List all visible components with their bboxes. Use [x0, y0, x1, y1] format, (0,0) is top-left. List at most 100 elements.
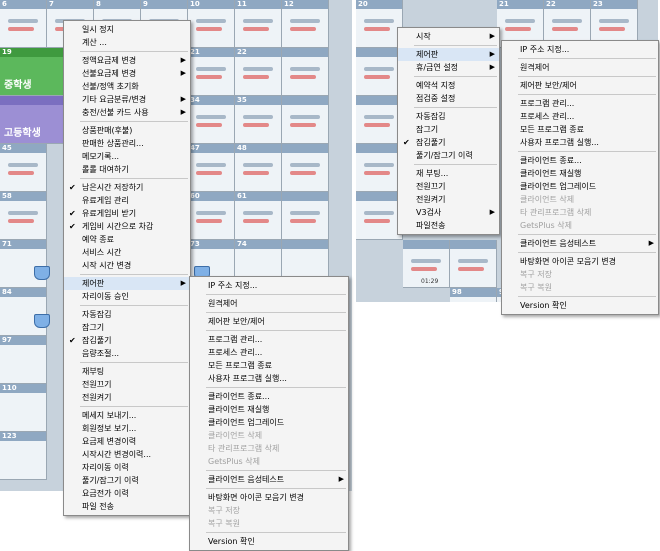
menu-item[interactable]: 클라이언트 재실행: [190, 403, 348, 416]
seat-cell[interactable]: 22: [235, 48, 282, 96]
menu-item[interactable]: 클라이언트 재실행: [502, 167, 658, 180]
seat-cell[interactable]: 60: [188, 192, 235, 240]
menu-item[interactable]: IP 주소 지정...: [502, 43, 658, 56]
menu-item[interactable]: 프로그램 관리...: [502, 97, 658, 110]
seat-cell[interactable]: 21: [188, 48, 235, 96]
seat-cell[interactable]: 58: [0, 192, 47, 240]
seat-cell[interactable]: 61: [235, 192, 282, 240]
seat-cell[interactable]: 48: [235, 144, 282, 192]
seat-cell[interactable]: 47: [188, 144, 235, 192]
menu-item[interactable]: 클라이언트 종료...: [190, 390, 348, 403]
seat-cell[interactable]: 45: [0, 144, 47, 192]
seat-cell[interactable]: 01:29: [403, 240, 450, 288]
menu-item[interactable]: V3검사 ▶: [398, 206, 499, 219]
menu-item[interactable]: 요금제 변경이력: [64, 435, 190, 448]
menu-item[interactable]: 제어판 ▶: [398, 48, 499, 61]
menu-item[interactable]: 예약석 지정: [398, 79, 499, 92]
seat-cell[interactable]: 34: [188, 96, 235, 144]
menu-item[interactable]: ✔ 남은시간 저장하기: [64, 181, 190, 194]
menu-item[interactable]: ✔ 잠김풀기: [64, 334, 190, 347]
menu-item[interactable]: 프로세스 관리...: [190, 346, 348, 359]
menu-item[interactable]: 파일 전송: [64, 500, 190, 513]
menu-item[interactable]: 재 부팅...: [398, 167, 499, 180]
seat-cell[interactable]: 71: [0, 240, 50, 288]
seat-cell[interactable]: [282, 96, 329, 144]
menu-item[interactable]: 시작 시간 변경: [64, 259, 190, 272]
menu-item[interactable]: 메세지 보내기...: [64, 409, 190, 422]
menu-item[interactable]: 자동잠김: [398, 110, 499, 123]
menu-item[interactable]: ✔ 게임비 시간으로 차감: [64, 220, 190, 233]
seat-cell[interactable]: 10: [188, 0, 235, 48]
menu-item[interactable]: 파일전송: [398, 219, 499, 232]
menu-item[interactable]: 바탕화면 아이콘 모음기 변경: [190, 491, 348, 504]
seat-cell[interactable]: 6: [0, 0, 47, 48]
menu-item[interactable]: 프로그램 관리...: [190, 333, 348, 346]
menu-item[interactable]: 클라이언트 업그레이드: [190, 416, 348, 429]
menu-item[interactable]: 충전/선불 카드 사용 ▶: [64, 106, 190, 119]
menu-item[interactable]: 클라이언트 종료...: [502, 154, 658, 167]
menu-item[interactable]: 전원끄기: [398, 180, 499, 193]
menu-item[interactable]: 음량조절...: [64, 347, 190, 360]
seat-cell[interactable]: [356, 144, 403, 192]
seat-cell[interactable]: 123: [0, 432, 47, 480]
menu-item[interactable]: 판매한 상품관리...: [64, 137, 190, 150]
seat-cell[interactable]: 20: [356, 0, 403, 48]
menu-item[interactable]: 제어판 ▶: [64, 277, 190, 290]
menu-item[interactable]: 점검중 설정: [398, 92, 499, 105]
menu-item[interactable]: 예약 종료: [64, 233, 190, 246]
menu-item[interactable]: 계산 ...: [64, 36, 190, 49]
menu-item[interactable]: 시작시간 변경이력...: [64, 448, 190, 461]
menu-item[interactable]: 일시 정지: [64, 23, 190, 36]
seat-cell[interactable]: 11: [235, 0, 282, 48]
menu-item[interactable]: 사용자 프로그램 실행...: [190, 372, 348, 385]
seat-cell[interactable]: 97: [0, 336, 47, 384]
menu-item[interactable]: 요금전가 이력: [64, 487, 190, 500]
menu-item[interactable]: 제어판 보안/제어: [190, 315, 348, 328]
menu-item[interactable]: 클라이언트 음성테스트 ▶: [190, 473, 348, 486]
menu-item[interactable]: 자동잠김: [64, 308, 190, 321]
menu-item[interactable]: 원격제어: [190, 297, 348, 310]
seat-cell[interactable]: [450, 240, 497, 288]
menu-item[interactable]: 클라이언트 음성테스트 ▶: [502, 237, 658, 250]
menu-item[interactable]: 기타 요금분류/변경 ▶: [64, 93, 190, 106]
menu-item[interactable]: 선불요금제 변경 ▶: [64, 67, 190, 80]
menu-item[interactable]: IP 주소 지정...: [190, 279, 348, 292]
menu-item[interactable]: 상품판매(후불): [64, 124, 190, 137]
menu-item[interactable]: 잠그기: [398, 123, 499, 136]
seat-cell[interactable]: 84: [0, 288, 50, 336]
menu-item[interactable]: 바탕화면 아이콘 모음기 변경: [502, 255, 658, 268]
menu-item[interactable]: Version 확인: [190, 535, 348, 548]
menu-item[interactable]: 전원켜기: [64, 391, 190, 404]
menu-item[interactable]: 회원정보 보기...: [64, 422, 190, 435]
menu-item[interactable]: 선불/정액 초기화: [64, 80, 190, 93]
menu-item[interactable]: 모든 프로그램 종료: [502, 123, 658, 136]
menu-item[interactable]: 시작 ▶: [398, 30, 499, 43]
seat-cell[interactable]: 12: [282, 0, 329, 48]
seat-cell[interactable]: [356, 48, 403, 96]
menu-item[interactable]: 전원켜기: [398, 193, 499, 206]
menu-item[interactable]: 유료게임 관리: [64, 194, 190, 207]
seat-cell[interactable]: 35: [235, 96, 282, 144]
menu-item[interactable]: 제어판 보안/제어: [502, 79, 658, 92]
menu-item[interactable]: 풀기/잠그기 이력: [398, 149, 499, 162]
menu-item[interactable]: 사용자 프로그램 실행...: [502, 136, 658, 149]
menu-item[interactable]: 자리이동 이력: [64, 461, 190, 474]
menu-item[interactable]: 서비스 시간: [64, 246, 190, 259]
menu-item[interactable]: 원격제어: [502, 61, 658, 74]
menu-item[interactable]: 풀기/잠그기 이력: [64, 474, 190, 487]
seat-cell[interactable]: 110: [0, 384, 47, 432]
menu-item[interactable]: 자리이동 승인: [64, 290, 190, 303]
menu-item[interactable]: ✔ 유료게임비 받기: [64, 207, 190, 220]
seat-cell[interactable]: [282, 192, 329, 240]
menu-item[interactable]: 정액요금제 변경 ▶: [64, 54, 190, 67]
menu-item[interactable]: 휴/금연 설정 ▶: [398, 61, 499, 74]
seat-cell[interactable]: [356, 96, 403, 144]
menu-item[interactable]: 프로세스 관리...: [502, 110, 658, 123]
menu-item[interactable]: 모든 프로그램 종료: [190, 359, 348, 372]
menu-item[interactable]: 클라이언트 업그레이드: [502, 180, 658, 193]
menu-item[interactable]: 재부팅: [64, 365, 190, 378]
menu-item[interactable]: ✔ 잠김풀기: [398, 136, 499, 149]
seat-cell[interactable]: [356, 192, 403, 240]
menu-item[interactable]: 메모기록...: [64, 150, 190, 163]
menu-item[interactable]: Version 확인: [502, 299, 658, 312]
